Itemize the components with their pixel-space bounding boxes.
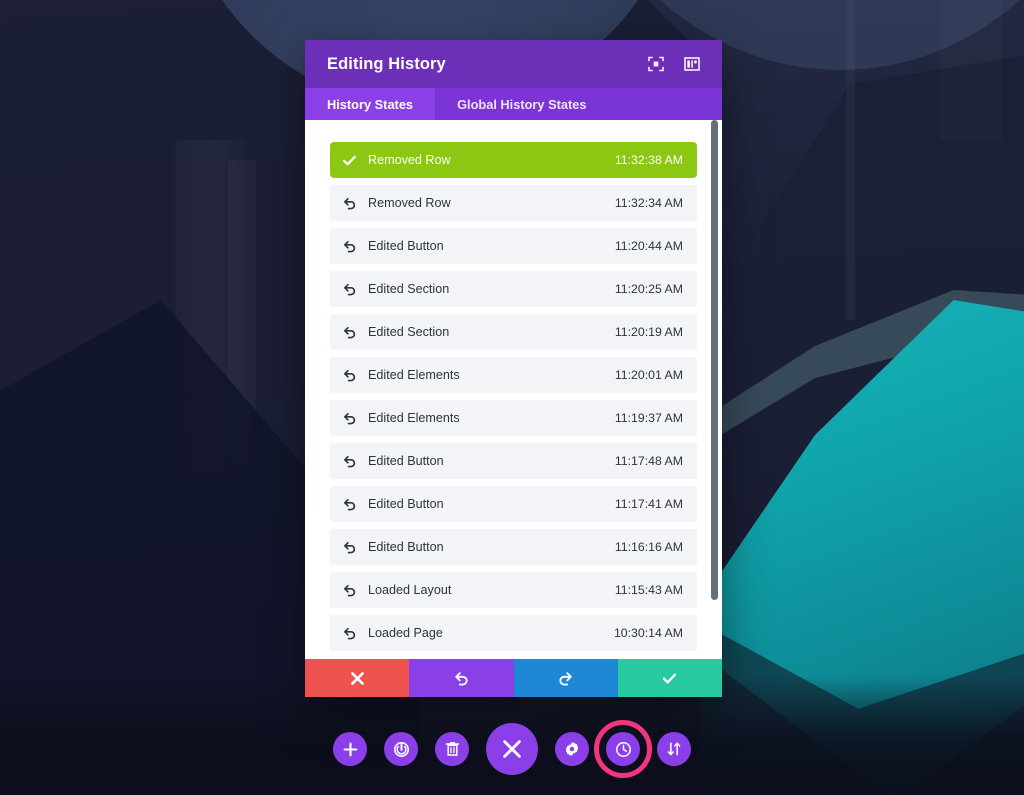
history-item-label: Removed Row [368, 196, 451, 210]
history-item-time: 11:20:01 AM [614, 368, 683, 382]
history-item[interactable]: Loaded Layout 11:15:43 AM [330, 572, 697, 608]
close-button[interactable] [305, 659, 410, 697]
undo-icon [342, 196, 364, 211]
panel-footer [305, 659, 722, 697]
tab-history-states[interactable]: History States [305, 88, 436, 120]
undo-icon [342, 540, 364, 555]
accept-button[interactable] [617, 659, 722, 697]
panel-body: Removed Row 11:32:38 AM Removed Row 11:32:3… [305, 120, 722, 659]
undo-icon [342, 282, 364, 297]
history-item-label: Edited Button [368, 239, 444, 253]
panel-layout-icon[interactable] [684, 56, 700, 72]
add-button[interactable] [333, 732, 367, 766]
history-item-label: Edited Section [368, 282, 450, 296]
settings-button[interactable] [555, 732, 589, 766]
history-item-time: 11:20:44 AM [614, 239, 683, 253]
history-item-label: Edited Button [368, 497, 444, 511]
history-item-time: 11:32:38 AM [614, 153, 683, 167]
undo-icon [342, 239, 364, 254]
history-item-time: 11:32:34 AM [614, 196, 683, 210]
undo-icon [342, 626, 364, 641]
undo-icon [342, 497, 364, 512]
tab-global-history-states[interactable]: Global History States [435, 88, 608, 120]
panel-header: Editing History [305, 40, 722, 88]
history-item[interactable]: Edited Section 11:20:19 AM [330, 314, 697, 350]
history-item-time: 11:17:48 AM [614, 454, 683, 468]
redo-button[interactable] [513, 659, 618, 697]
history-item-label: Edited Elements [368, 411, 460, 425]
history-states-list: Removed Row 11:32:38 AM Removed Row 11:32:3… [305, 120, 722, 659]
history-button[interactable] [594, 720, 652, 778]
trash-button[interactable] [435, 732, 469, 766]
history-item-label: Edited Elements [368, 368, 460, 382]
history-item-time: 10:30:14 AM [613, 626, 683, 640]
history-item-time: 11:16:16 AM [614, 540, 683, 554]
undo-icon [342, 454, 364, 469]
history-list-scrollbar-thumb[interactable] [711, 120, 718, 600]
history-item[interactable]: Loaded Page 10:30:14 AM [330, 615, 697, 651]
focus-target-icon[interactable] [648, 56, 664, 72]
history-item[interactable]: Edited Button 11:17:41 AM [330, 486, 697, 522]
bottom-toolbar [0, 720, 1024, 778]
history-item-time: 11:20:19 AM [614, 325, 683, 339]
undo-button[interactable] [409, 659, 514, 697]
history-list-scrollbar[interactable] [711, 120, 718, 659]
history-item-label: Edited Section [368, 325, 450, 339]
close-menu-button[interactable] [486, 723, 538, 775]
history-item-label: Removed Row [368, 153, 451, 167]
history-item-time: 11:15:43 AM [614, 583, 683, 597]
power-button[interactable] [384, 732, 418, 766]
panel-tabs: History States Global History States [305, 88, 722, 120]
history-item-label: Loaded Layout [368, 583, 452, 597]
undo-icon [342, 583, 364, 598]
undo-icon [342, 325, 364, 340]
background-right-column-2 [940, 0, 1002, 140]
history-item[interactable]: Edited Button 11:20:44 AM [330, 228, 697, 264]
history-item[interactable]: Edited Button 11:17:48 AM [330, 443, 697, 479]
history-item-label: Edited Button [368, 454, 444, 468]
panel-header-actions [648, 56, 700, 72]
history-item[interactable]: Edited Button 11:16:16 AM [330, 529, 697, 565]
editing-history-panel: Editing History History States Global Hi… [305, 40, 722, 697]
history-item[interactable]: Edited Section 11:20:25 AM [330, 271, 697, 307]
history-item-label: Edited Button [368, 540, 444, 554]
undo-icon [342, 368, 364, 383]
history-item-time: 11:19:37 AM [614, 411, 683, 425]
check-icon [342, 153, 364, 168]
history-item-time: 11:17:41 AM [614, 497, 683, 511]
history-item[interactable]: Edited Elements 11:19:37 AM [330, 400, 697, 436]
undo-icon [342, 411, 364, 426]
background-right-column-1 [846, 0, 855, 320]
history-item-label: Loaded Page [368, 626, 443, 640]
history-item-time: 11:20:25 AM [614, 282, 683, 296]
history-item[interactable]: Edited Elements 11:20:01 AM [330, 357, 697, 393]
sort-button[interactable] [657, 732, 691, 766]
history-item[interactable]: Removed Row 11:32:34 AM [330, 185, 697, 221]
panel-title: Editing History [327, 54, 446, 73]
history-item[interactable]: Removed Row 11:32:38 AM [330, 142, 697, 178]
